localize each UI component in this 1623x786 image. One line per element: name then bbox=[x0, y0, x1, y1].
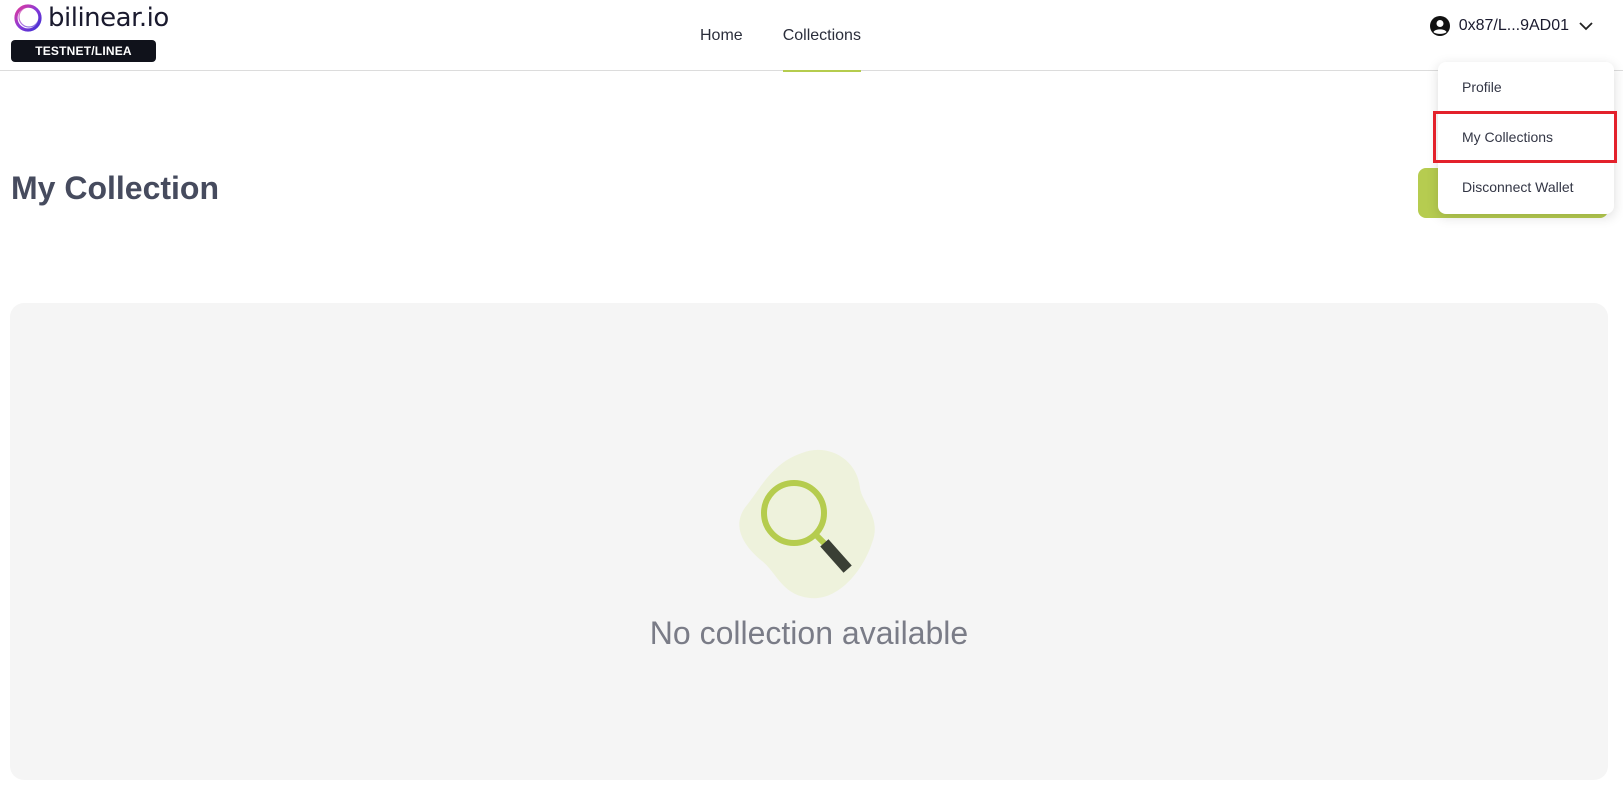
dropdown-item-my-collections[interactable]: My Collections bbox=[1433, 111, 1617, 163]
dropdown-item-profile[interactable]: Profile bbox=[1438, 62, 1614, 112]
brand-logo[interactable]: bilinear.io bbox=[12, 2, 169, 34]
empty-state-text: No collection available bbox=[649, 615, 969, 651]
nav-home[interactable]: Home bbox=[700, 0, 743, 71]
top-header: bilinear.io TESTNET/LINEA Home Collectio… bbox=[0, 0, 1623, 72]
main-nav: Home Collections bbox=[700, 0, 862, 72]
network-badge: TESTNET/LINEA bbox=[11, 40, 156, 62]
bilinear-logo-icon bbox=[14, 4, 42, 32]
chevron-down-icon bbox=[1579, 22, 1593, 31]
wallet-menu-toggle[interactable]: 0x87/L...9AD01 bbox=[1429, 15, 1595, 37]
wallet-address: 0x87/L...9AD01 bbox=[1458, 17, 1569, 34]
logo-text: bilinear.io bbox=[48, 3, 169, 33]
user-circle-icon bbox=[1429, 16, 1450, 36]
empty-state-card: No collection available bbox=[10, 303, 1608, 780]
dropdown-item-disconnect-wallet[interactable]: Disconnect Wallet bbox=[1438, 162, 1614, 212]
magnifier-icon bbox=[739, 449, 875, 599]
page-title: My Collection bbox=[11, 170, 220, 206]
nav-collections[interactable]: Collections bbox=[782, 0, 862, 72]
wallet-dropdown-menu: Profile My Collections Disconnect Wallet bbox=[1433, 62, 1617, 214]
